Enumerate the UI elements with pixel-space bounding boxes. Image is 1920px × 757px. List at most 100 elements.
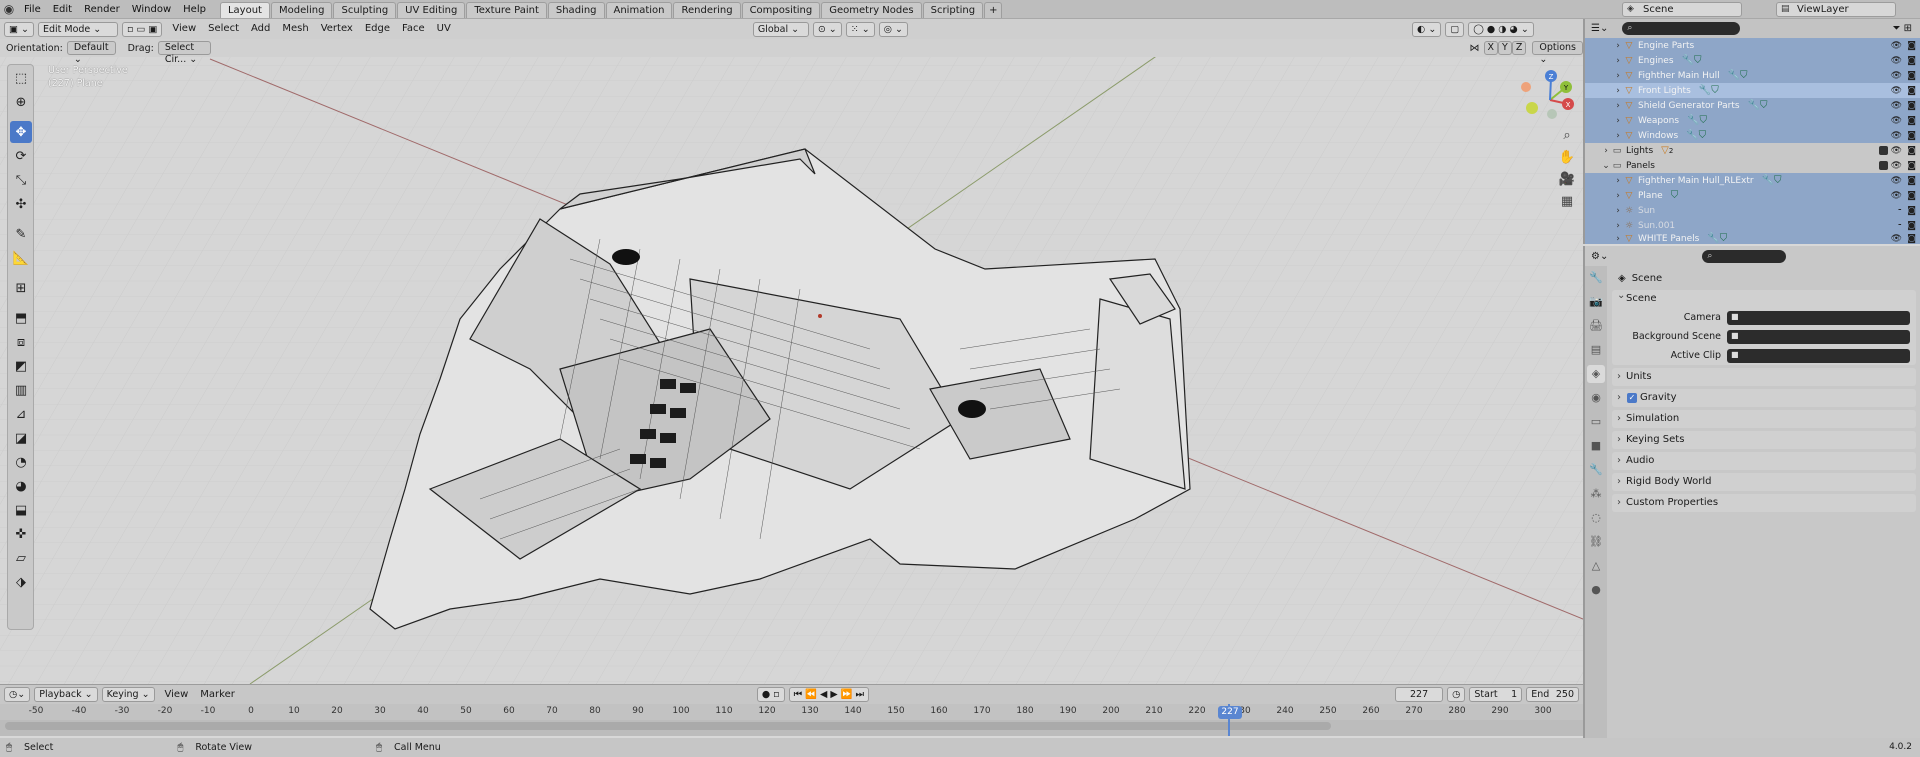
3d-viewport[interactable]	[0, 19, 1583, 684]
menu-file[interactable]: File	[18, 0, 47, 19]
tab-layout[interactable]: Layout	[219, 1, 270, 18]
timeline-menu-view[interactable]: View	[159, 685, 195, 705]
eye-icon[interactable]: 👁	[1891, 131, 1902, 141]
tab-modeling[interactable]: Modeling	[270, 1, 333, 18]
tab-texture-paint[interactable]: Texture Paint	[466, 1, 547, 18]
camera-icon[interactable]: ◙	[1907, 221, 1916, 231]
tab-rendering[interactable]: Rendering	[673, 1, 741, 18]
preview-range-icon[interactable]: ◷	[1447, 687, 1466, 702]
camera-icon[interactable]: ◙	[1907, 86, 1916, 96]
viewport-overlays-button[interactable]: ◐ ⌄	[1412, 21, 1442, 37]
axis-y-toggle[interactable]: Y	[1498, 41, 1512, 55]
collection-tab-icon[interactable]: ▭	[1587, 413, 1605, 431]
cursor-icon[interactable]: ⊕	[10, 91, 32, 113]
shear-icon[interactable]: ▱	[10, 547, 32, 569]
outliner-row-sun[interactable]: › ☼ Sun ⁃ ◙	[1585, 203, 1920, 218]
filter-icon[interactable]: ⏷ ⊞	[1892, 23, 1912, 34]
eye-icon[interactable]: 👁	[1891, 71, 1902, 81]
select-box-icon[interactable]: ⬚	[10, 67, 32, 89]
outliner-row-engines[interactable]: › ▽ Engines 🔧⛉ 👁 ◙	[1585, 53, 1920, 68]
drag-dropdown[interactable]: Select Cir... ⌄	[157, 41, 211, 65]
select-mode-buttons[interactable]: ▫ ▭ ▣	[121, 21, 163, 37]
camera-icon[interactable]: ◙	[1907, 176, 1916, 186]
properties-editor-type-icon[interactable]: ⚙⌄	[1591, 251, 1608, 262]
annotate-icon[interactable]: ✎	[10, 223, 32, 245]
units-panel[interactable]: Units	[1612, 368, 1916, 386]
eye-icon[interactable]: ⁃	[1898, 206, 1903, 216]
start-frame-field[interactable]: Start 1	[1469, 687, 1523, 702]
camera-icon[interactable]: ◙	[1907, 146, 1916, 156]
outliner-editor-type-icon[interactable]: ☰⌄	[1591, 23, 1608, 34]
eye-icon[interactable]: 👁	[1891, 101, 1902, 111]
pan-hand-icon[interactable]: ✋	[1558, 150, 1576, 172]
simulation-panel-header[interactable]: Simulation	[1612, 410, 1916, 428]
outliner-row-panels[interactable]: ⌄ ▭ Panels 👁 ◙	[1585, 158, 1920, 173]
xray-button[interactable]: ▢	[1445, 21, 1465, 37]
tab-scripting[interactable]: Scripting	[922, 1, 984, 18]
custom-properties-panel[interactable]: Custom Properties	[1612, 494, 1916, 512]
smooth-icon[interactable]: ◕	[10, 475, 32, 497]
eye-icon[interactable]: 👁	[1891, 176, 1902, 186]
transform-orientation-dropdown[interactable]: Global ⌄	[752, 21, 809, 37]
collection-checkbox[interactable]	[1879, 146, 1888, 155]
tab-geometry-nodes[interactable]: Geometry Nodes	[821, 1, 922, 18]
timeline-ruler[interactable]: -50 -40 -30 -20 -10 0 10 20 30 40 50 60 …	[0, 704, 1583, 720]
camera-icon[interactable]: ◙	[1907, 41, 1916, 51]
outliner-row-plane[interactable]: › ▽ Plane ⛉ 👁 ◙	[1585, 188, 1920, 203]
camera-icon[interactable]: ◙	[1907, 116, 1916, 126]
menu-add[interactable]: Add	[245, 19, 276, 39]
outliner-search-input[interactable]: ⌕	[1622, 22, 1741, 35]
measure-icon[interactable]: 📐	[10, 247, 32, 269]
bevel-icon[interactable]: ◩	[10, 355, 32, 377]
proportional-edit-button[interactable]: ◎ ⌄	[878, 21, 909, 37]
outliner-row-engine-parts[interactable]: › ▽ Engine Parts 👁 ◙	[1585, 38, 1920, 53]
blender-logo-icon[interactable]: ◉	[0, 0, 18, 19]
outliner-row-lights[interactable]: › ▭ Lights ▽ 2 👁 ◙	[1585, 143, 1920, 158]
menu-mesh[interactable]: Mesh	[276, 19, 314, 39]
eye-icon[interactable]: 👁	[1891, 234, 1902, 244]
auto-keying-button[interactable]: ● ▫	[756, 687, 785, 702]
navigation-gizmo[interactable]: Y X Z	[1520, 64, 1580, 124]
gravity-panel-header[interactable]: ✓Gravity	[1612, 389, 1916, 407]
add-cube-icon[interactable]: ⊞	[10, 277, 32, 299]
shading-modes[interactable]: ◯ ● ◑ ◕ ⌄	[1468, 21, 1534, 37]
menu-view[interactable]: View	[166, 19, 202, 39]
active-clip-field[interactable]	[1727, 348, 1910, 363]
simulation-panel[interactable]: Simulation	[1612, 410, 1916, 428]
keying-sets-panel[interactable]: Keying Sets	[1612, 431, 1916, 449]
shrink-fatten-icon[interactable]: ✜	[10, 523, 32, 545]
view-layer-selector[interactable]: ▤ ViewLayer	[1776, 2, 1896, 17]
data-tab-icon[interactable]: △	[1587, 557, 1605, 575]
scale-icon[interactable]: ⤡	[10, 169, 32, 191]
tab-shading[interactable]: Shading	[547, 1, 605, 18]
camera-icon[interactable]: ◙	[1907, 191, 1916, 201]
menu-help[interactable]: Help	[177, 0, 212, 19]
camera-field[interactable]	[1727, 310, 1910, 325]
camera-icon[interactable]: ◙	[1907, 56, 1916, 66]
eye-icon[interactable]: 👁	[1891, 161, 1902, 171]
render-tab-icon[interactable]: 📷	[1587, 293, 1605, 311]
extrude-icon[interactable]: ⬒	[10, 307, 32, 329]
playback-dropdown[interactable]: Playback ⌄	[34, 687, 98, 702]
eye-icon[interactable]: 👁	[1891, 41, 1902, 51]
add-workspace-button[interactable]: +	[984, 1, 1003, 18]
spin-icon[interactable]: ◔	[10, 451, 32, 473]
snap-button[interactable]: ⁙ ⌄	[845, 21, 875, 37]
camera-view-icon[interactable]: 🎥	[1558, 172, 1576, 194]
camera-icon[interactable]: ◙	[1907, 131, 1916, 141]
current-frame-field[interactable]: 227	[1395, 687, 1444, 702]
options-dropdown[interactable]: Options ⌄	[1532, 41, 1583, 65]
outliner-row-main-hull[interactable]: › ▽ Fighther Main Hull 🔧⛉ 👁 ◙	[1585, 68, 1920, 83]
camera-icon[interactable]: ◙	[1907, 101, 1916, 111]
menu-edge[interactable]: Edge	[359, 19, 396, 39]
rigid-body-world-panel-header[interactable]: Rigid Body World	[1612, 473, 1916, 491]
poly-build-icon[interactable]: ◪	[10, 427, 32, 449]
menu-window[interactable]: Window	[126, 0, 177, 19]
scene-panel-header[interactable]: Scene	[1612, 287, 1916, 308]
timeline-menu-marker[interactable]: Marker	[194, 685, 241, 705]
axis-z-toggle[interactable]: Z	[1511, 41, 1527, 55]
background-scene-field[interactable]	[1727, 329, 1910, 344]
tab-sculpting[interactable]: Sculpting	[333, 1, 397, 18]
transform-icon[interactable]: ✣	[10, 193, 32, 215]
modifier-tab-icon[interactable]: 🔧	[1587, 461, 1605, 479]
